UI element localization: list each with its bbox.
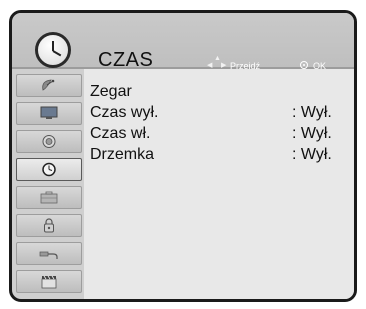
sidebar-item-options[interactable]: [16, 186, 82, 209]
menu-item-czas-wl-value: : Wył.: [292, 125, 332, 142]
speaker-icon: [42, 135, 56, 148]
sidebar-item-picture[interactable]: [16, 102, 82, 125]
menu-item-drzemka[interactable]: Drzemka: [90, 144, 154, 166]
menu-header: CZAS ▲ ◀ ▶ ▼ Przejdź OK: [12, 13, 354, 75]
satellite-dish-icon: [42, 79, 55, 91]
category-sidebar: [12, 69, 84, 299]
sidebar-item-time[interactable]: [16, 158, 82, 181]
osd-menu-window: CZAS ▲ ◀ ▶ ▼ Przejdź OK: [9, 10, 357, 302]
usb-plug-icon: [39, 251, 58, 259]
lock-icon: [44, 218, 54, 233]
clock-icon: [42, 162, 56, 177]
menu-item-zegar[interactable]: Zegar: [90, 81, 132, 103]
toolbox-icon: [40, 191, 58, 204]
sidebar-item-usb[interactable]: [16, 242, 82, 265]
sidebar-item-media[interactable]: [16, 270, 82, 293]
menu-item-czas-wl[interactable]: Czas wł.: [90, 123, 150, 145]
clapperboard-icon: [41, 275, 57, 289]
sidebar-item-lock[interactable]: [16, 214, 82, 237]
menu-content: Zegar Czas wył. : Wył. Czas wł. : Wył. D…: [84, 69, 354, 299]
ok-button-icon: [300, 61, 308, 69]
menu-item-czas-wyl[interactable]: Czas wył.: [90, 102, 158, 124]
menu-item-drzemka-value: : Wył.: [292, 146, 332, 163]
sidebar-item-channel[interactable]: [16, 74, 82, 97]
clock-icon: [35, 32, 71, 68]
monitor-icon: [40, 106, 58, 119]
menu-item-czas-wyl-value: : Wył.: [292, 104, 332, 121]
sidebar-item-audio[interactable]: [16, 130, 82, 153]
